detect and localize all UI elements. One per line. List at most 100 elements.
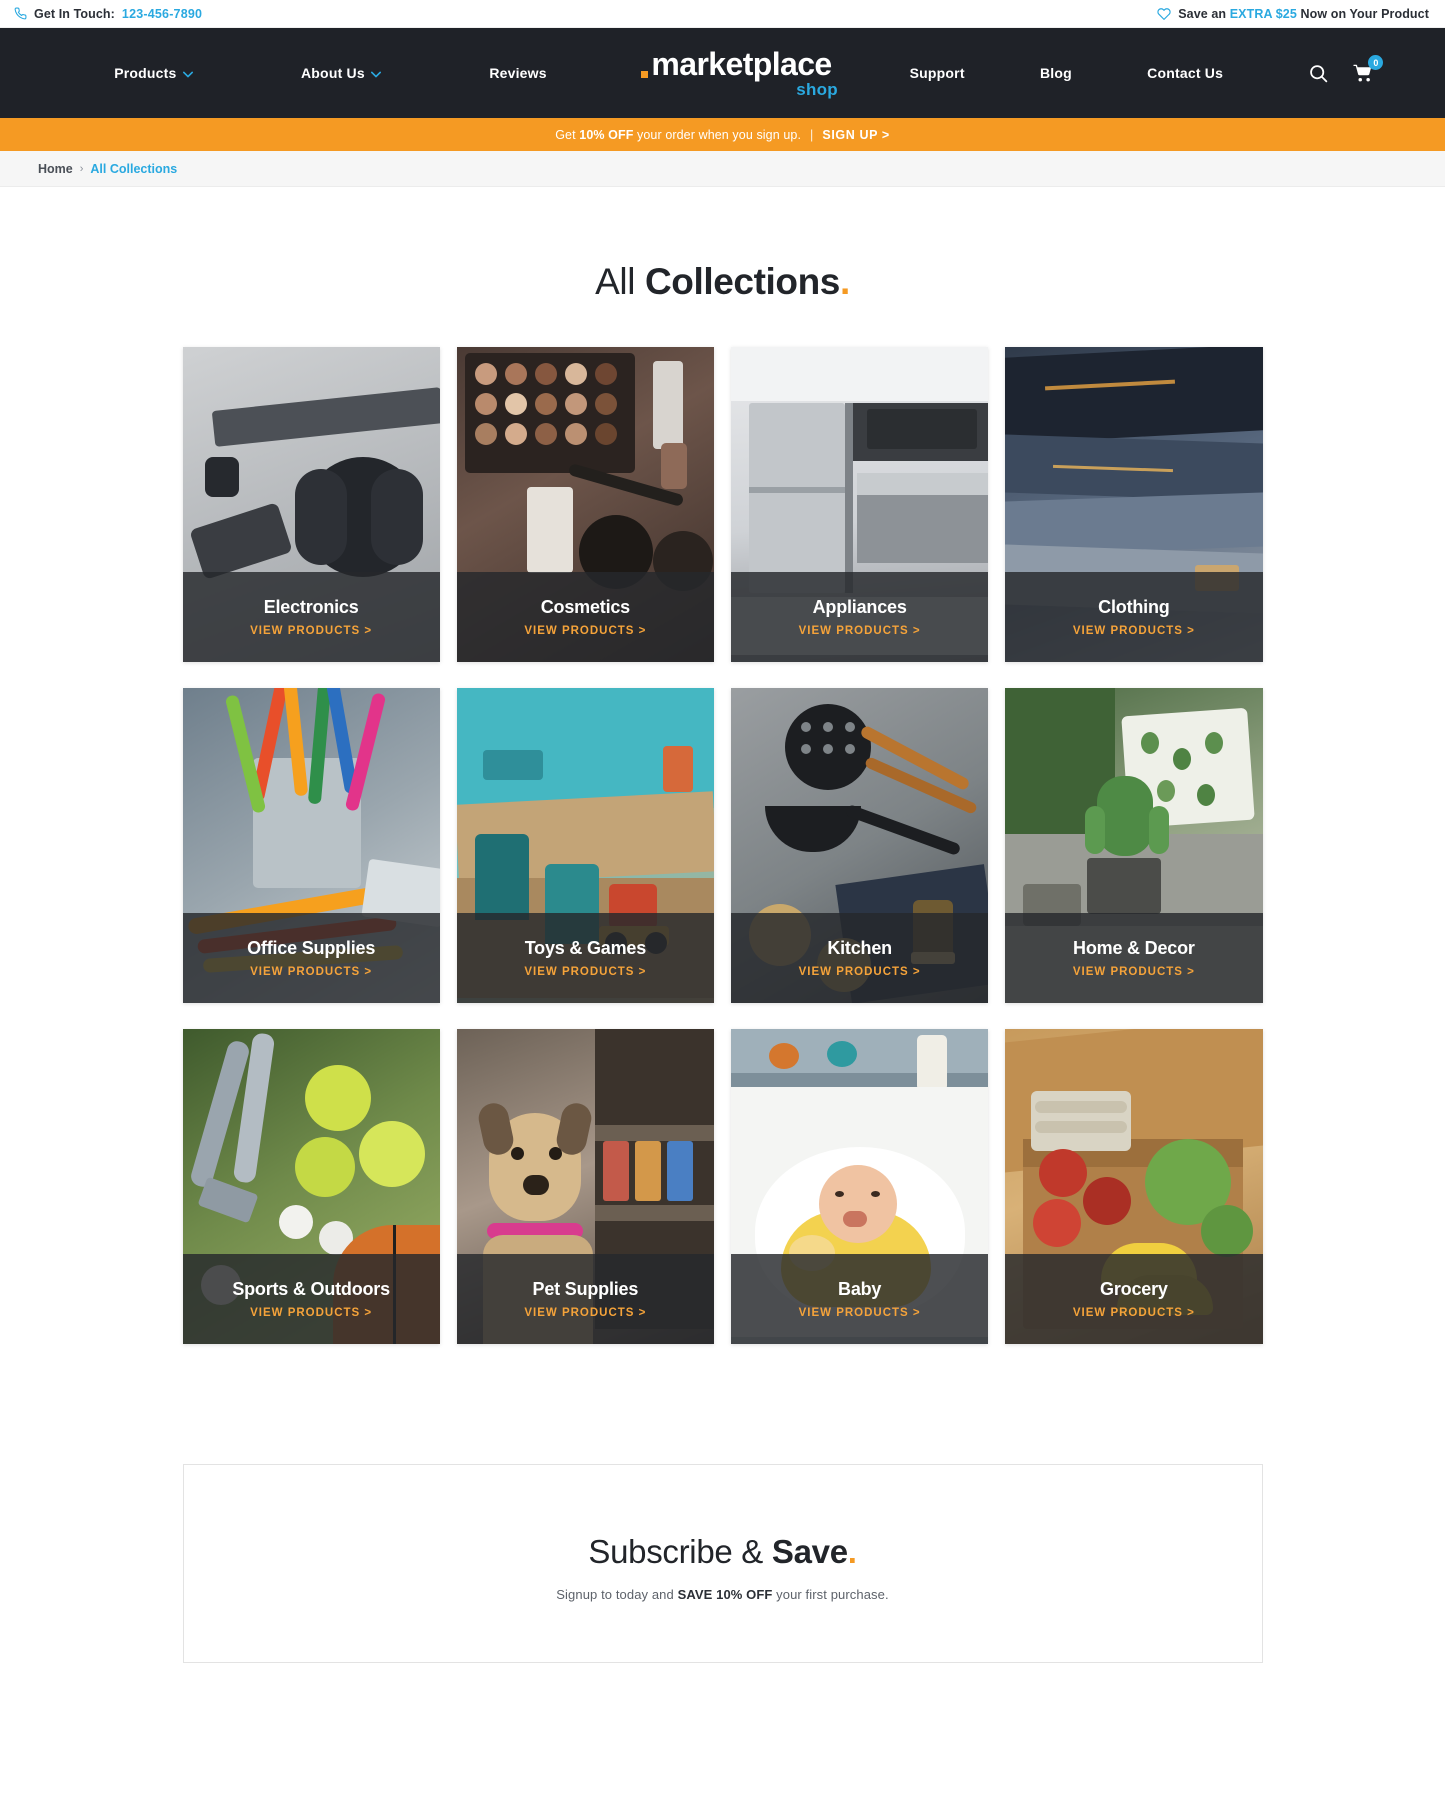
- collection-card-office-supplies[interactable]: Office Supplies VIEW PRODUCTS >: [182, 688, 440, 1003]
- main-navigation: Products About Us Reviews marketplace sh…: [0, 28, 1445, 118]
- breadcrumb: Home › All Collections: [0, 151, 1445, 187]
- logo-main-text: marketplace: [641, 48, 832, 80]
- view-products-link[interactable]: VIEW PRODUCTS >: [799, 625, 921, 637]
- phone-number[interactable]: 123-456-7890: [122, 7, 202, 21]
- subscribe-title-dot: .: [847, 1533, 857, 1570]
- collection-overlay-electronics: Electronics VIEW PRODUCTS >: [182, 572, 440, 662]
- page-title-strong: Collections: [644, 261, 840, 302]
- subscribe-title: Subscribe & Save.: [184, 1533, 1262, 1571]
- collection-card-home-decor[interactable]: Home & Decor VIEW PRODUCTS >: [1005, 688, 1263, 1003]
- collection-overlay-clothing: Clothing VIEW PRODUCTS >: [1005, 572, 1263, 662]
- collection-card-toys-games[interactable]: Toys & Games VIEW PRODUCTS >: [456, 688, 714, 1003]
- promo-separator: |: [810, 127, 814, 142]
- collection-card-baby[interactable]: Baby VIEW PRODUCTS >: [731, 1029, 989, 1344]
- get-in-touch-label: Get In Touch:: [34, 6, 115, 21]
- logo-sub-text: shop: [796, 80, 838, 99]
- promo-prefix: Get: [555, 127, 576, 142]
- collection-title: Sports & Outdoors: [232, 1279, 390, 1299]
- nav-item-contact-us-label: Contact Us: [1147, 65, 1224, 81]
- nav-item-about-us[interactable]: About Us: [301, 65, 381, 81]
- collection-overlay-office-supplies: Office Supplies VIEW PRODUCTS >: [182, 913, 440, 1003]
- collection-title: Toys & Games: [524, 938, 647, 958]
- contact-info: Get In Touch: 123-456-7890: [14, 7, 202, 21]
- nav-item-blog-label: Blog: [1039, 65, 1072, 81]
- nav-item-support[interactable]: Support: [910, 65, 965, 81]
- topbar-promo-prefix: Save an: [1178, 6, 1227, 21]
- collection-overlay-pet-supplies: Pet Supplies VIEW PRODUCTS >: [456, 1254, 714, 1344]
- page-title-dot: .: [839, 261, 850, 302]
- breadcrumb-home[interactable]: Home: [38, 162, 73, 176]
- subscribe-title-strong: Save: [771, 1533, 848, 1570]
- subscribe-title-light: Subscribe &: [588, 1533, 772, 1570]
- topbar-promo[interactable]: Save an EXTRA $25 Now on Your Product: [1157, 7, 1429, 21]
- nav-item-about-us-label: About Us: [301, 65, 365, 81]
- collection-card-grocery[interactable]: Grocery VIEW PRODUCTS >: [1005, 1029, 1263, 1344]
- collection-title: Clothing: [1098, 597, 1170, 617]
- collection-title: Baby: [838, 1279, 882, 1299]
- collection-title: Grocery: [1100, 1279, 1168, 1299]
- breadcrumb-current[interactable]: All Collections: [90, 162, 177, 176]
- collections-grid: Electronics VIEW PRODUCTS > Cosmetics VI…: [182, 347, 1263, 1344]
- chevron-down-icon: [370, 65, 381, 81]
- collection-card-pet-supplies[interactable]: Pet Supplies VIEW PRODUCTS >: [456, 1029, 714, 1344]
- collection-overlay-grocery: Grocery VIEW PRODUCTS >: [1005, 1254, 1263, 1344]
- nav-item-blog[interactable]: Blog: [1040, 65, 1072, 81]
- nav-item-products-label: Products: [114, 65, 177, 81]
- phone-icon: [14, 7, 27, 20]
- view-products-link[interactable]: VIEW PRODUCTS >: [524, 1307, 646, 1319]
- promo-suffix: your order when you sign up.: [637, 127, 802, 142]
- collection-overlay-kitchen: Kitchen VIEW PRODUCTS >: [731, 913, 989, 1003]
- collection-card-appliances[interactable]: Appliances VIEW PRODUCTS >: [731, 347, 989, 662]
- collection-card-kitchen[interactable]: Kitchen VIEW PRODUCTS >: [731, 688, 989, 1003]
- collection-title: Office Supplies: [247, 938, 376, 958]
- heart-icon: [1157, 7, 1171, 21]
- view-products-link[interactable]: VIEW PRODUCTS >: [799, 1307, 921, 1319]
- subscribe-sub-highlight: SAVE 10% OFF: [677, 1587, 773, 1602]
- nav-item-support-label: Support: [909, 65, 965, 81]
- top-utility-bar: Get In Touch: 123-456-7890 Save an EXTRA…: [0, 0, 1445, 28]
- chevron-down-icon: [182, 65, 193, 81]
- signup-promo-banner[interactable]: Get 10% OFF your order when you sign up.…: [0, 118, 1445, 151]
- view-products-link[interactable]: VIEW PRODUCTS >: [250, 625, 372, 637]
- cart-icon[interactable]: 0: [1351, 55, 1384, 84]
- page-title-light: All: [595, 261, 636, 302]
- site-logo[interactable]: marketplace shop: [629, 48, 844, 98]
- collection-title: Appliances: [812, 597, 907, 617]
- topbar-promo-suffix: Now on Your Product: [1300, 6, 1429, 21]
- page-header: All Collections.: [0, 187, 1445, 347]
- promo-highlight: 10% OFF: [579, 127, 634, 142]
- search-icon[interactable]: [1308, 63, 1329, 84]
- page-title: All Collections.: [0, 261, 1445, 303]
- subscribe-section: Subscribe & Save. Signup to today and SA…: [182, 1464, 1263, 1663]
- view-products-link[interactable]: VIEW PRODUCTS >: [799, 966, 921, 978]
- nav-item-reviews[interactable]: Reviews: [489, 65, 546, 81]
- collection-title: Pet Supplies: [532, 1279, 639, 1299]
- collection-card-sports-outdoors[interactable]: Sports & Outdoors VIEW PRODUCTS >: [182, 1029, 440, 1344]
- view-products-link[interactable]: VIEW PRODUCTS >: [1073, 625, 1195, 637]
- signup-link[interactable]: SIGN UP >: [822, 128, 889, 142]
- topbar-promo-text: Save an EXTRA $25 Now on Your Product: [1178, 7, 1429, 21]
- view-products-link[interactable]: VIEW PRODUCTS >: [250, 966, 372, 978]
- subscribe-sub-prefix: Signup to today and: [556, 1587, 674, 1602]
- nav-left-group: Products About Us Reviews: [0, 65, 629, 81]
- view-products-link[interactable]: VIEW PRODUCTS >: [250, 1307, 372, 1319]
- view-products-link[interactable]: VIEW PRODUCTS >: [1073, 966, 1195, 978]
- view-products-link[interactable]: VIEW PRODUCTS >: [524, 625, 646, 637]
- collection-title: Home & Decor: [1073, 938, 1195, 958]
- collection-card-electronics[interactable]: Electronics VIEW PRODUCTS >: [182, 347, 440, 662]
- collection-overlay-toys-games: Toys & Games VIEW PRODUCTS >: [456, 913, 714, 1003]
- subscribe-subtitle: Signup to today and SAVE 10% OFF your fi…: [184, 1587, 1262, 1602]
- collection-card-clothing[interactable]: Clothing VIEW PRODUCTS >: [1005, 347, 1263, 662]
- nav-icon-group: 0: [1308, 55, 1384, 84]
- view-products-link[interactable]: VIEW PRODUCTS >: [524, 966, 646, 978]
- cart-count-badge: 0: [1368, 55, 1384, 70]
- collection-title: Cosmetics: [540, 597, 630, 617]
- breadcrumb-separator: ›: [79, 162, 84, 175]
- collection-overlay-home-decor: Home & Decor VIEW PRODUCTS >: [1005, 913, 1263, 1003]
- nav-item-contact-us[interactable]: Contact Us: [1147, 65, 1223, 81]
- nav-item-products[interactable]: Products: [114, 65, 193, 81]
- collection-title: Kitchen: [827, 938, 892, 958]
- collection-card-cosmetics[interactable]: Cosmetics VIEW PRODUCTS >: [456, 347, 714, 662]
- nav-item-reviews-label: Reviews: [489, 65, 547, 81]
- view-products-link[interactable]: VIEW PRODUCTS >: [1073, 1307, 1195, 1319]
